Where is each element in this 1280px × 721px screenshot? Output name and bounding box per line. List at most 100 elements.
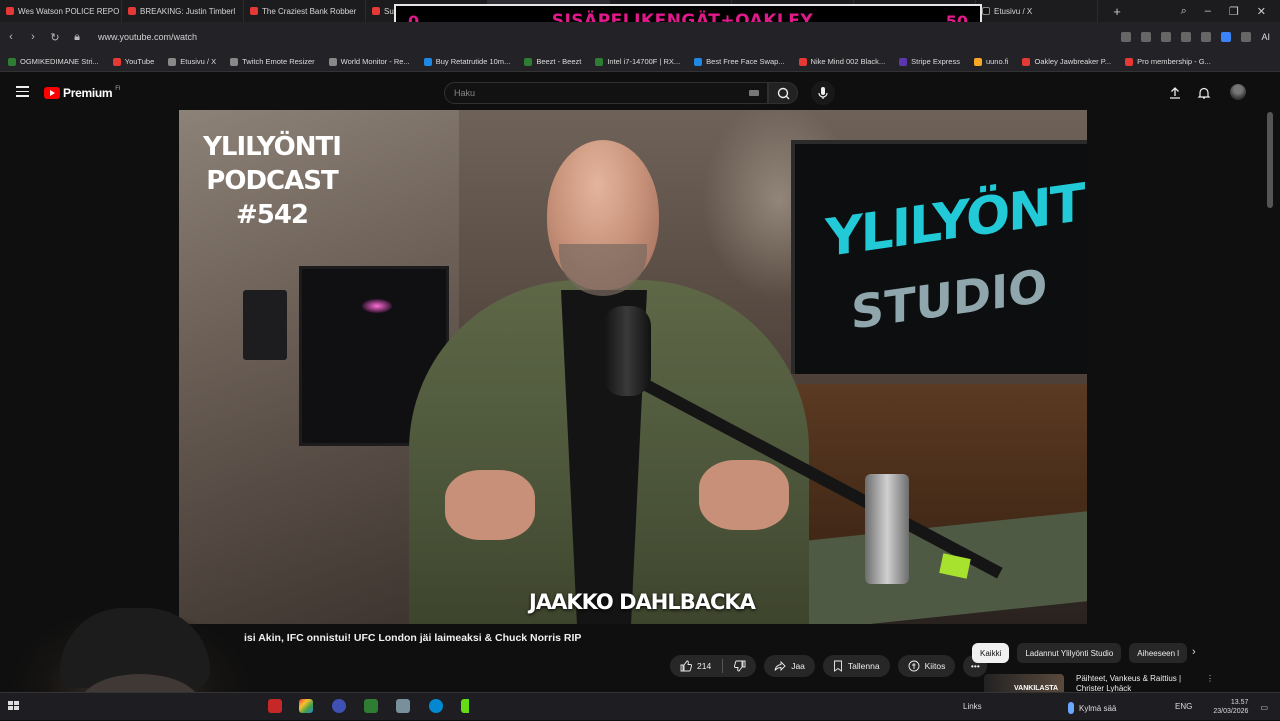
reload-icon[interactable]: ↻ xyxy=(44,31,66,44)
bookmark-label: Nike Mind 002 Black... xyxy=(810,57,886,66)
weather-label: Kylmä sää xyxy=(1079,703,1117,713)
close-window-icon[interactable]: ✕ xyxy=(1257,5,1266,18)
extension-icon[interactable] xyxy=(1221,32,1232,42)
video-overlay-title: YLILYÖNTI PODCAST #542 xyxy=(203,132,342,230)
bookmark-label: Twitch Emote Resizer xyxy=(242,57,315,66)
bookmark-favicon-icon xyxy=(1022,57,1031,66)
chevron-right-icon[interactable]: › xyxy=(1192,646,1196,658)
download-icon[interactable] xyxy=(1201,32,1212,42)
bookmark-item[interactable]: Beezt - Beezt xyxy=(524,57,581,66)
bookmark-item[interactable]: Nike Mind 002 Black... xyxy=(798,57,886,66)
chrome-icon[interactable] xyxy=(332,699,346,713)
bookmark-item[interactable]: Oakley Jawbreaker P... xyxy=(1022,57,1111,66)
bookmark-label: Beezt - Beezt xyxy=(536,57,582,66)
bookmark-icon xyxy=(833,660,842,672)
save-button[interactable]: Tallenna xyxy=(822,655,890,677)
bookmark-item[interactable]: World Monitor - Re... xyxy=(328,57,410,66)
bookmark-item[interactable]: Pro membership - G... xyxy=(1125,57,1211,66)
hamburger-menu-icon[interactable] xyxy=(16,86,29,97)
bookmark-favicon-icon xyxy=(899,57,908,66)
new-tab-icon[interactable]: + xyxy=(1108,2,1126,20)
chip-all[interactable]: Kaikki xyxy=(972,643,1010,663)
play-app-icon[interactable] xyxy=(461,699,475,713)
bookmark-item[interactable]: Intel i7-14700F | RX... xyxy=(595,57,680,66)
notifications-bell-icon[interactable] xyxy=(1197,86,1211,100)
edge-icon[interactable] xyxy=(429,699,443,713)
bookmark-favicon-icon xyxy=(112,57,121,66)
more-vertical-icon[interactable]: ⋮ xyxy=(1206,674,1214,683)
tab-label: Wes Watson POLICE REPO xyxy=(18,6,120,16)
bookmark-item[interactable]: Best Free Face Swap... xyxy=(694,57,785,66)
bookmark-item[interactable]: Stripe Express xyxy=(899,57,960,66)
browser-tab[interactable]: Etusivu / X xyxy=(976,0,1098,22)
browser-tab[interactable]: BREAKING: Justin Timberl xyxy=(122,0,244,22)
account-avatar[interactable] xyxy=(1230,84,1246,100)
like-icon[interactable] xyxy=(680,660,692,672)
bookmark-label: Stripe Express xyxy=(911,57,960,66)
star-icon[interactable] xyxy=(1181,32,1192,42)
extension-icon[interactable] xyxy=(1161,32,1172,42)
bookmark-item[interactable]: Buy Retatrutide 10m... xyxy=(423,57,510,66)
like-dislike-group: 214 xyxy=(670,655,757,677)
search-input[interactable]: Haku xyxy=(444,82,768,104)
like-count: 214 xyxy=(697,661,712,671)
clock[interactable]: 13.57 23/03/2026 xyxy=(1213,698,1248,716)
extension-icon[interactable] xyxy=(1141,32,1152,42)
language-indicator[interactable]: ENG xyxy=(1175,702,1192,711)
ai-button[interactable]: AI xyxy=(1261,32,1270,42)
notification-icon[interactable]: ▭ xyxy=(1260,703,1268,712)
thumbnail-text: VANKILASTA xyxy=(1014,685,1059,692)
profile-icon[interactable] xyxy=(1241,32,1252,42)
bookmark-item[interactable]: Etusivu / X xyxy=(168,57,216,66)
browser-tab[interactable]: Wes Watson POLICE REPO xyxy=(0,0,122,22)
minimize-icon[interactable]: – xyxy=(1205,5,1211,17)
upload-icon[interactable] xyxy=(1168,86,1182,100)
extension-icons: AI xyxy=(1121,22,1270,52)
bookmark-item[interactable]: Twitch Emote Resizer xyxy=(230,57,315,66)
search-button[interactable] xyxy=(768,82,798,104)
related-filter-chips: Kaikki Ladannut Ylilyönti Studio Aiheese… xyxy=(972,643,1188,663)
lock-icon: 🔒︎ xyxy=(74,30,80,43)
links-toolbar[interactable]: Links xyxy=(963,702,982,711)
bookmark-favicon-icon xyxy=(595,57,604,66)
speaker-name-caption: JAAKKO DAHLBACKA xyxy=(529,590,756,614)
start-menu-icon[interactable] xyxy=(8,701,20,711)
chip-related[interactable]: Aiheeseen l xyxy=(1129,643,1188,663)
chip-uploaded-by[interactable]: Ladannut Ylilyönti Studio xyxy=(1017,643,1122,663)
bookmark-item[interactable]: YouTube xyxy=(112,57,155,66)
forward-icon[interactable]: › xyxy=(22,31,44,43)
taskbar-app-icon[interactable] xyxy=(268,699,282,713)
youtube-icon xyxy=(128,7,136,15)
taskbar-app-icon[interactable] xyxy=(364,699,378,713)
country-code: FI xyxy=(115,86,121,92)
back-icon[interactable]: ‹ xyxy=(0,31,22,43)
restore-icon[interactable]: ❐ xyxy=(1229,5,1239,18)
voice-search-button[interactable] xyxy=(811,81,835,105)
video-player[interactable]: YLILYÖNTI STUDIO YLILYÖNTI PODCAST #542 … xyxy=(179,110,1087,624)
bookmark-label: Etusivu / X xyxy=(180,57,217,66)
video-mug xyxy=(865,474,909,584)
youtube-icon xyxy=(372,7,380,15)
bookmark-label: World Monitor - Re... xyxy=(340,57,410,66)
dislike-icon[interactable] xyxy=(734,660,746,672)
taskbar-app-icon[interactable] xyxy=(396,699,410,713)
browser-tab[interactable]: The Craziest Bank Robber xyxy=(244,0,366,22)
bookmark-item[interactable]: uuno.fi xyxy=(973,57,1008,66)
youtube-premium-logo[interactable]: Premium FI xyxy=(44,86,121,100)
url-field[interactable]: www.youtube.com/watch xyxy=(98,32,197,42)
bookmark-label: YouTube xyxy=(124,57,155,66)
weather-widget[interactable]: Kylmä sää xyxy=(1068,702,1116,714)
video-background-speaker xyxy=(243,290,287,360)
keyboard-icon[interactable] xyxy=(749,90,759,96)
taskbar-app-icon[interactable] xyxy=(299,699,313,713)
bookmark-item[interactable]: OGMIKEDIMANE Stri... xyxy=(8,57,99,66)
recommended-video[interactable]: VANKILASTA Päihteet, Vankeus & Raittius … xyxy=(984,672,1224,696)
tab-label: The Craziest Bank Robber xyxy=(262,6,357,16)
search-placeholder: Haku xyxy=(454,88,476,98)
extension-icon[interactable] xyxy=(1121,32,1132,42)
thanks-button[interactable]: Kiitos xyxy=(897,655,956,677)
recommended-title[interactable]: Päihteet, Vankeus & Raittius | Christer … xyxy=(1076,674,1196,694)
page-scrollbar[interactable] xyxy=(1267,112,1273,208)
share-button[interactable]: Jaa xyxy=(764,655,815,677)
search-tabs-icon[interactable]: ⌕ xyxy=(1181,5,1187,18)
